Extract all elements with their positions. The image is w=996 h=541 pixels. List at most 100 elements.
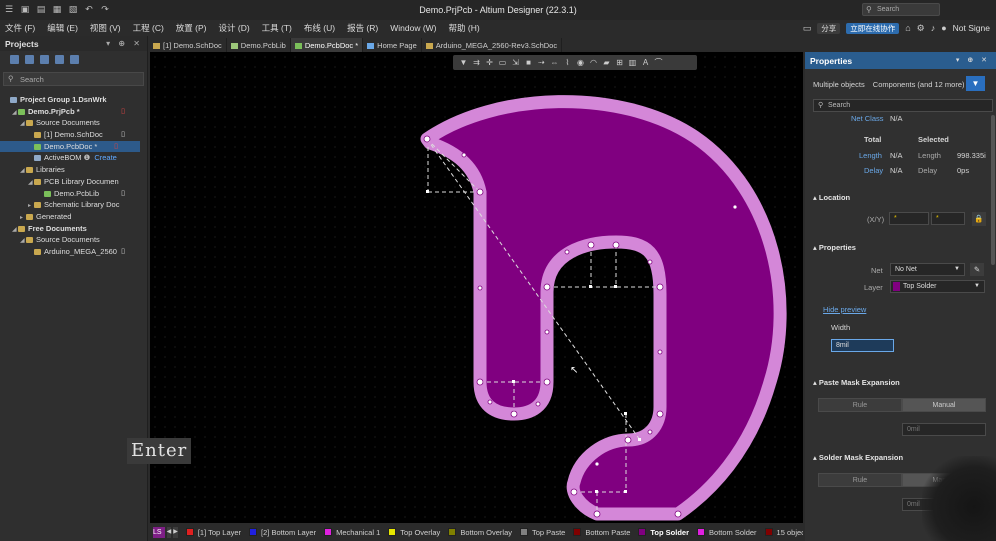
home-icon[interactable]: ⌂ bbox=[905, 23, 910, 33]
crosshair-icon[interactable]: ✛ bbox=[484, 57, 495, 68]
bell-icon[interactable]: ♪ bbox=[931, 23, 936, 33]
tree-item-schematic-library-docs[interactable]: ▸ Schematic Library Doc bbox=[0, 199, 147, 211]
filter-button[interactable]: ▼ bbox=[966, 76, 985, 91]
component-icon[interactable]: ⊞ bbox=[614, 57, 625, 68]
tree-item-activebom[interactable]: ActiveBOM ❶ Create bbox=[0, 152, 147, 164]
user-icon[interactable]: ● bbox=[941, 23, 946, 33]
layer-dropdown[interactable]: Top Solder ▼ bbox=[890, 280, 985, 293]
properties-section-header[interactable]: ▴ Properties bbox=[813, 243, 856, 252]
tree-item-pcb-library-docs[interactable]: ◢ PCB Library Documen bbox=[0, 176, 147, 188]
layer-set-button[interactable]: LS bbox=[153, 526, 165, 538]
solder-mask-region[interactable] bbox=[420, 95, 787, 521]
layer-tab-top-overlay[interactable]: Top Overlay bbox=[388, 528, 440, 537]
layer-tab-top-layer[interactable]: [1] Top Layer bbox=[185, 527, 242, 537]
share-button[interactable]: 分享 bbox=[817, 22, 841, 34]
layer-tab-top-paste[interactable]: Top Paste bbox=[520, 528, 565, 537]
menu-edit[interactable]: 编辑 (E) bbox=[47, 22, 78, 34]
collaborate-button[interactable]: 立即在线协作 bbox=[846, 22, 900, 34]
properties-scrollbar[interactable] bbox=[991, 115, 995, 265]
move-icon[interactable]: ⇲ bbox=[510, 57, 521, 68]
folder-open-icon[interactable] bbox=[40, 55, 49, 64]
folder-add-icon[interactable] bbox=[55, 55, 64, 64]
filter-icon[interactable]: ▼ bbox=[458, 57, 469, 68]
layer-tab-bottom-paste[interactable]: Bottom Paste bbox=[573, 528, 630, 537]
tree-item-libraries[interactable]: ◢ Libraries bbox=[0, 164, 147, 176]
menu-file[interactable]: 文件 (F) bbox=[5, 22, 35, 34]
settings-icon[interactable] bbox=[70, 55, 79, 64]
menu-reports[interactable]: 报告 (R) bbox=[347, 22, 378, 34]
paste-mask-mode-toggle[interactable]: Rule Manual bbox=[818, 398, 986, 412]
menu-view[interactable]: 视图 (V) bbox=[90, 22, 121, 34]
tree-item-pcblib[interactable]: Demo.PcbLib ▯ bbox=[0, 188, 147, 200]
tree-item-source-documents[interactable]: ◢ Source Documents bbox=[0, 117, 147, 129]
lock-icon[interactable]: 🔒 bbox=[972, 212, 986, 226]
paste-mask-section-header[interactable]: ▴ Paste Mask Expansion bbox=[813, 378, 900, 387]
tree-item-project[interactable]: ◢ Demo.PrjPcb * ▯ bbox=[0, 106, 147, 118]
tree-item-workspace[interactable]: Project Group 1.DsnWrk bbox=[0, 94, 147, 106]
properties-search-input[interactable]: ⚲ Search bbox=[813, 99, 993, 112]
menu-help[interactable]: 帮助 (H) bbox=[449, 22, 480, 34]
tab-demo-pcblib[interactable]: Demo.PcbLib bbox=[227, 38, 291, 52]
paste-manual-option[interactable]: Manual bbox=[902, 398, 986, 412]
copy-icon[interactable] bbox=[25, 55, 34, 64]
tab-demo-schdoc[interactable]: [1] Demo.SchDoc bbox=[149, 38, 227, 52]
layer-tab-bottom-layer[interactable]: [2] Bottom Layer bbox=[249, 528, 316, 537]
save-project-icon[interactable] bbox=[10, 55, 19, 64]
menu-tools[interactable]: 工具 (T) bbox=[262, 22, 292, 34]
pcb-canvas[interactable]: ▼ ⇉ ✛ ▭ ⇲ ■ ⇢ ⇔ ⌇ ◉ ◠ ▰ ⊞ ▥ A ⌒ ↖ bbox=[150, 52, 803, 523]
solder-rule-option[interactable]: Rule bbox=[818, 473, 902, 487]
via-icon[interactable]: ◉ bbox=[575, 57, 586, 68]
menu-place[interactable]: 放置 (P) bbox=[176, 22, 207, 34]
panel-controls-icon[interactable]: ▾ ⊕ ✕ bbox=[956, 56, 990, 64]
layer-label: [1] Top Layer bbox=[197, 527, 242, 537]
width-input[interactable]: 8mil bbox=[831, 339, 894, 352]
menu-design[interactable]: 设计 (D) bbox=[219, 22, 250, 34]
paste-mask-input[interactable]: 0mil bbox=[902, 423, 986, 436]
tab-demo-pcbdoc[interactable]: Demo.PcbDoc * bbox=[290, 38, 364, 52]
chart-icon[interactable]: ▥ bbox=[627, 57, 638, 68]
arc-icon[interactable]: ◠ bbox=[588, 57, 599, 68]
chat-icon[interactable]: ▭ bbox=[803, 23, 812, 34]
route-icon[interactable]: ⇉ bbox=[471, 57, 482, 68]
tree-item-free-source-documents[interactable]: ◢ Source Documents bbox=[0, 234, 147, 246]
layer-next-icon[interactable]: ▶ bbox=[173, 526, 178, 538]
tree-item-schdoc[interactable]: [1] Demo.SchDoc ▯ bbox=[0, 129, 147, 141]
paste-rule-option[interactable]: Rule bbox=[818, 398, 902, 412]
tree-item-free-documents[interactable]: ◢ Free Documents bbox=[0, 223, 147, 235]
tab-arduino-schdoc[interactable]: Arduino_MEGA_2560-Rev3.SchDoc bbox=[422, 38, 563, 52]
delay-total-label: Delay bbox=[864, 166, 884, 175]
tree-item-generated[interactable]: ▸ Generated bbox=[0, 211, 147, 223]
layer-tab-bottom-solder[interactable]: Bottom Solder bbox=[697, 528, 757, 537]
location-section-header[interactable]: ▴ Location bbox=[813, 193, 850, 202]
region-icon[interactable]: ▰ bbox=[601, 57, 612, 68]
layer-prev-icon[interactable]: ◀ bbox=[166, 526, 172, 538]
layer-tab-bottom-overlay[interactable]: Bottom Overlay bbox=[448, 528, 512, 537]
dimension-icon[interactable]: ⌒ bbox=[653, 57, 664, 68]
gear-icon[interactable]: ⚙ bbox=[917, 23, 925, 34]
layer-tab-top-solder[interactable]: Top Solder bbox=[638, 528, 689, 537]
hide-preview-link[interactable]: Hide preview bbox=[823, 305, 866, 314]
create-bom-link[interactable]: Create bbox=[94, 153, 117, 162]
diff-pair-icon[interactable]: ⇔ bbox=[549, 57, 560, 68]
tune-icon[interactable]: ⌇ bbox=[562, 57, 573, 68]
menu-window[interactable]: Window (W) bbox=[390, 23, 436, 33]
tree-item-arduino-schdoc[interactable]: Arduino_MEGA_2560 ▯ bbox=[0, 246, 147, 258]
net-dropdown[interactable]: No Net ▼ bbox=[890, 263, 965, 276]
panel-controls-icon[interactable]: ▾ ⊕ ✕ bbox=[106, 39, 143, 48]
layer-tab-mechanical-1[interactable]: Mechanical 1 bbox=[324, 528, 380, 537]
net-picker-icon[interactable]: ✎ bbox=[970, 263, 984, 276]
tree-item-pcbdoc[interactable]: Demo.PcbDoc * ▯ bbox=[0, 140, 140, 153]
fill-icon[interactable]: ■ bbox=[523, 57, 534, 68]
select-rect-icon[interactable]: ▭ bbox=[497, 57, 508, 68]
tab-home-page[interactable]: Home Page bbox=[363, 38, 422, 52]
text-icon[interactable]: A bbox=[640, 57, 651, 68]
projects-search-input[interactable]: ⚲ Search bbox=[3, 72, 144, 86]
menu-route[interactable]: 布线 (U) bbox=[304, 22, 335, 34]
y-input[interactable]: * bbox=[931, 212, 965, 225]
global-search-input[interactable]: ⚲ Search bbox=[862, 3, 940, 16]
solder-mask-section-header[interactable]: ▴ Solder Mask Expansion bbox=[813, 453, 903, 462]
x-input[interactable]: * bbox=[889, 212, 929, 225]
menu-project[interactable]: 工程 (C) bbox=[133, 22, 164, 34]
interactive-route-icon[interactable]: ⇢ bbox=[536, 57, 547, 68]
user-status[interactable]: Not Signe bbox=[953, 23, 990, 33]
